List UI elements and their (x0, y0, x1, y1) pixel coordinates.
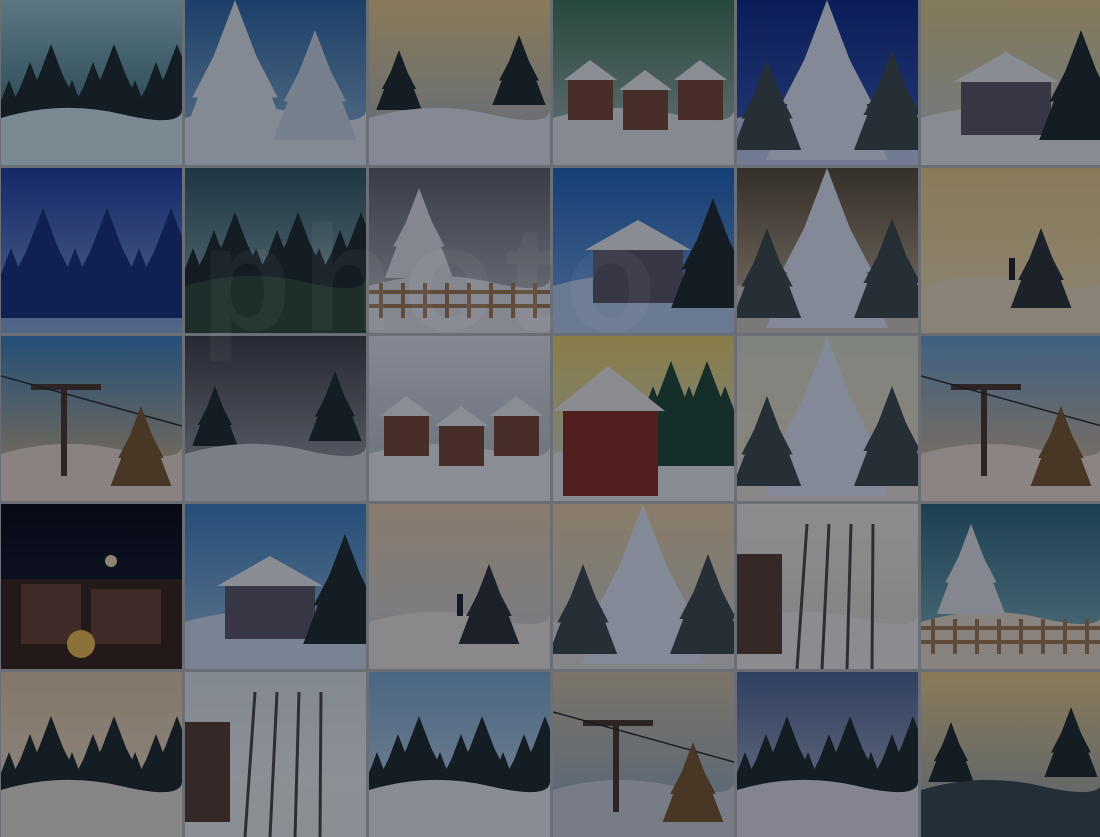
photo-tile-sunset-slope-trees[interactable] (737, 336, 918, 501)
photo-image (921, 336, 1100, 501)
photo-tile-sunset-spruce-lake[interactable] (553, 504, 734, 669)
photo-image (921, 504, 1100, 669)
photo-image (737, 336, 918, 501)
photo-tile-frosted-forest-bokeh[interactable] (1, 0, 182, 165)
photo-image (369, 336, 550, 501)
photo-tile-ski-lift-golden-trees[interactable] (1, 336, 182, 501)
photo-tile-snow-fence-spruce-bw[interactable] (369, 168, 550, 333)
photo-tile-frosted-spruce-night-blue[interactable] (737, 0, 918, 165)
photo-gallery-grid (0, 0, 1100, 837)
photo-image (737, 0, 918, 165)
photo-tile-tree-silhouette-blue[interactable] (1, 168, 182, 333)
photo-image (553, 336, 734, 501)
photo-tile-village-houses-snow[interactable] (553, 0, 734, 165)
photo-image (369, 504, 550, 669)
photo-tile-blue-frozen-cottage[interactable] (553, 168, 734, 333)
photo-image (1, 504, 182, 669)
photo-image (921, 168, 1100, 333)
photo-tile-stormy-sky-ski-slope[interactable] (185, 336, 366, 501)
photo-image (921, 0, 1100, 165)
photo-tile-night-moon-cabins[interactable] (1, 504, 182, 669)
photo-image (553, 0, 734, 165)
photo-tile-cabin-in-snow[interactable] (921, 0, 1100, 165)
photo-image (737, 504, 918, 669)
photo-image (553, 504, 734, 669)
photo-image (369, 168, 550, 333)
photo-tile-fence-village-sunset[interactable] (921, 504, 1100, 669)
photo-tile-chairlift-sunset[interactable] (921, 336, 1100, 501)
photo-tile-snowy-spruce-blue-sky[interactable] (185, 0, 366, 165)
photo-image (185, 504, 366, 669)
photo-tile-snowy-cabins-forest[interactable] (369, 336, 550, 501)
photo-tile-snow-hill-trees-sunset[interactable] (369, 0, 550, 165)
photo-tile-birch-cabin-frost[interactable] (737, 504, 918, 669)
photo-tile-snowy-trees-clouds[interactable] (737, 168, 918, 333)
photo-image (1, 168, 182, 333)
photo-image (1, 336, 182, 501)
photo-image (1, 0, 182, 165)
photo-tile-blue-cabin-snowy-trees[interactable] (185, 504, 366, 669)
photo-image (185, 0, 366, 165)
photo-tile-red-cabin-spruce[interactable] (553, 336, 734, 501)
photo-image (185, 168, 366, 333)
photo-tile-skier-golden-clouds[interactable] (921, 168, 1100, 333)
photo-tile-forest-fog-valley[interactable] (185, 168, 366, 333)
photo-image (553, 168, 734, 333)
photo-image (737, 168, 918, 333)
photo-image (369, 0, 550, 165)
photo-tile-skier-trees-sunset[interactable] (369, 504, 550, 669)
photo-image (185, 336, 366, 501)
